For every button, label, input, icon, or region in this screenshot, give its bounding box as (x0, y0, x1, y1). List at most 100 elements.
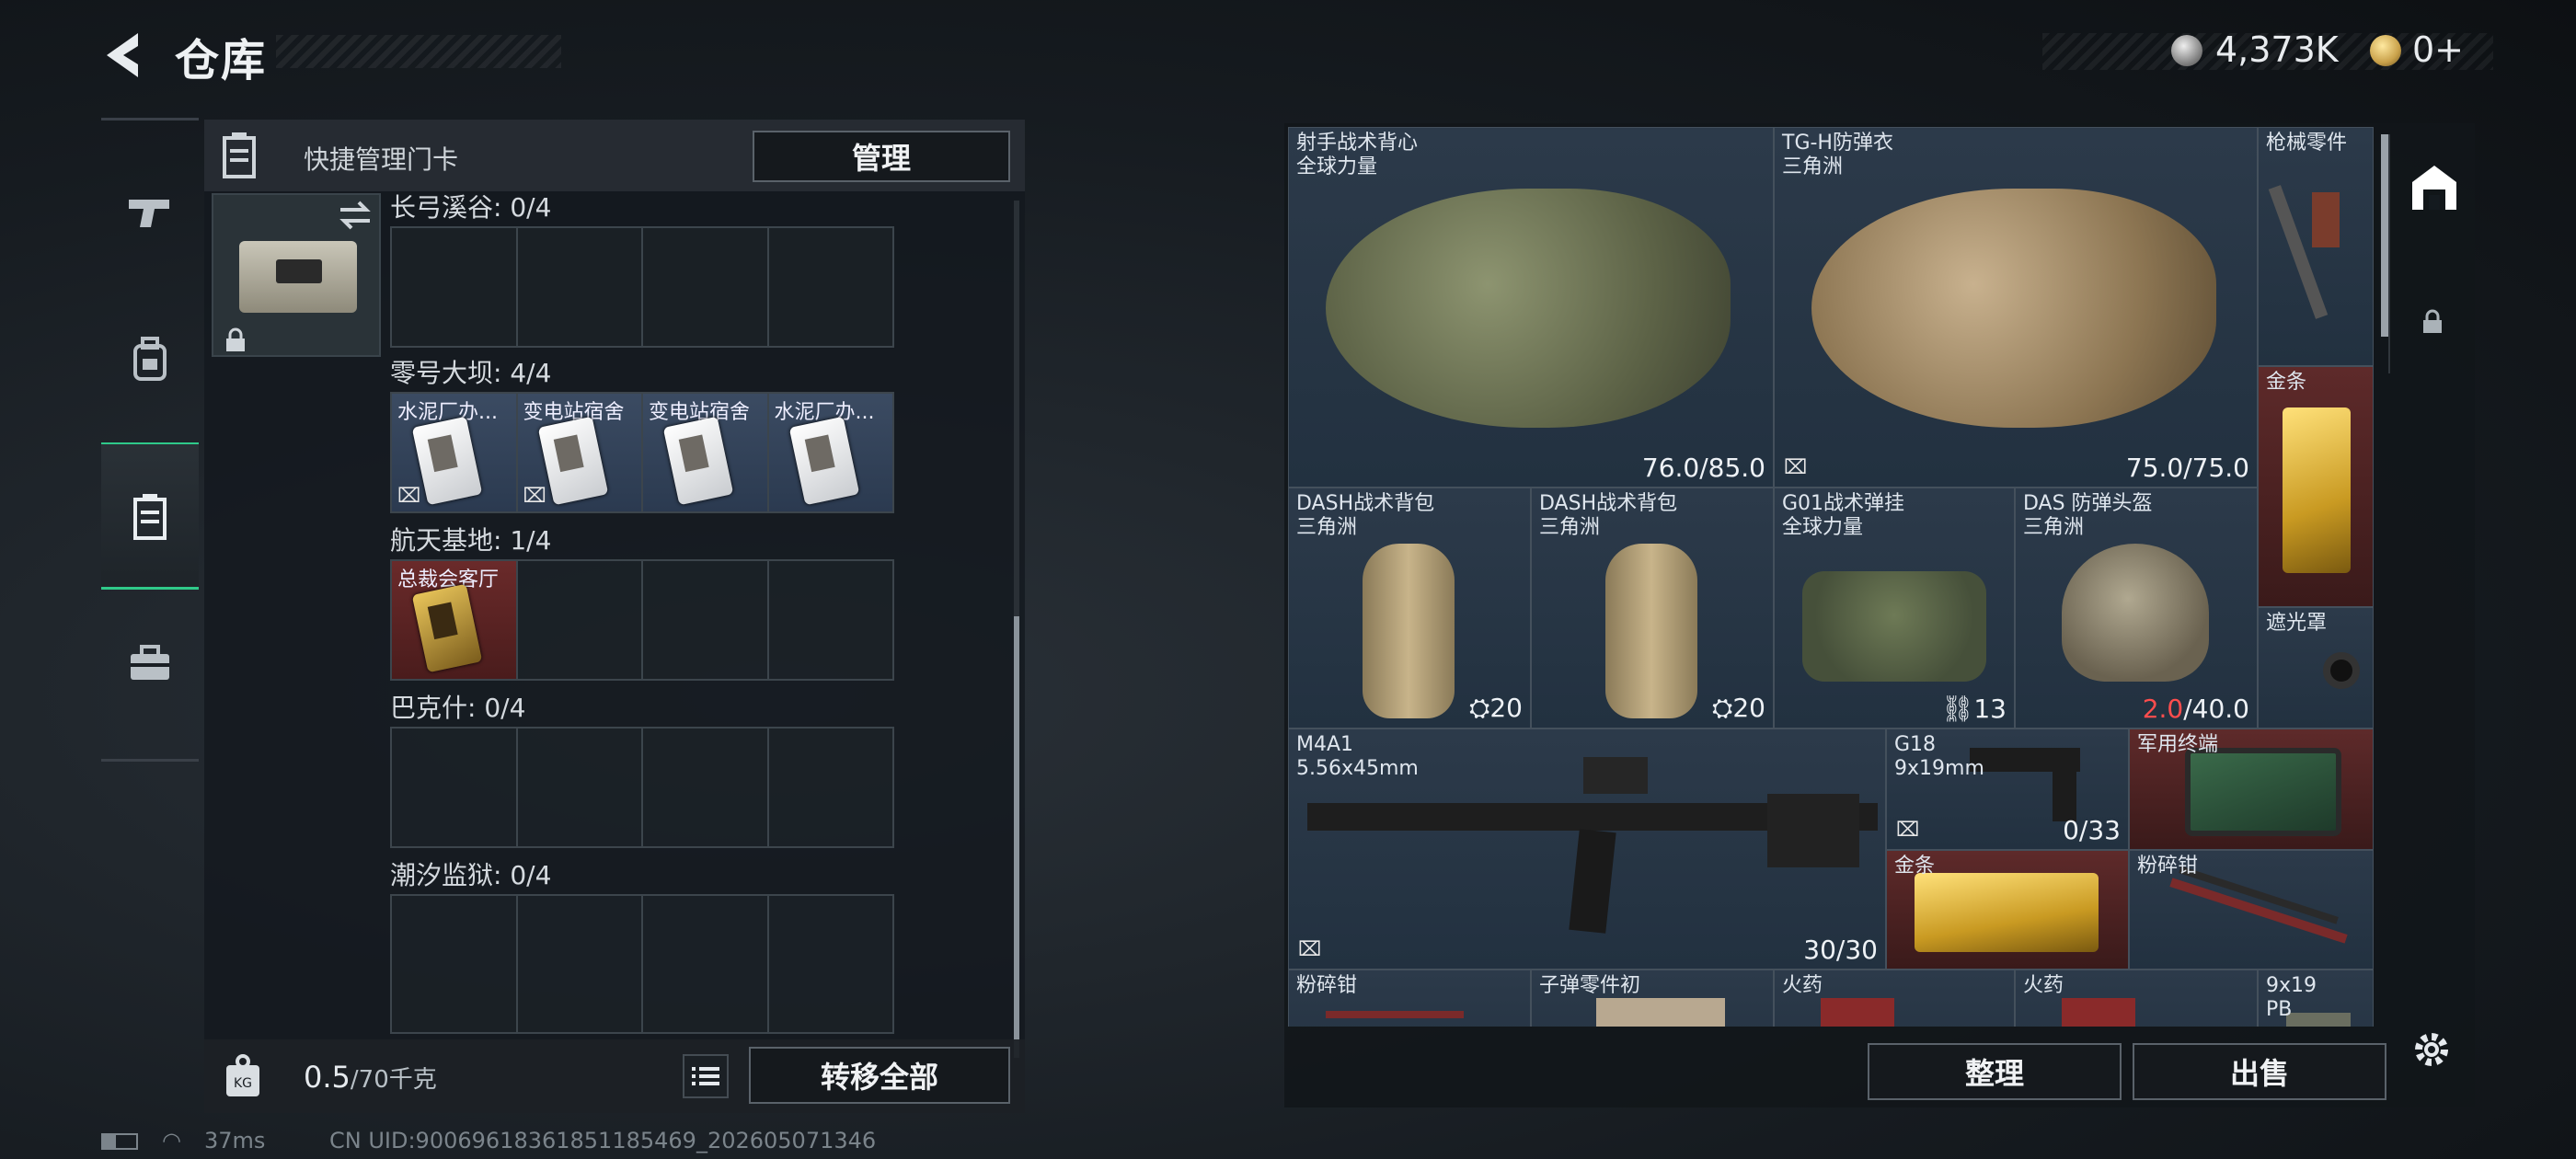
keycard-cell[interactable] (518, 729, 643, 846)
item-ammo-count: 0/33 (2063, 815, 2121, 845)
item-name: G18 9x19mm (1894, 733, 1984, 781)
keycard-case-icon (133, 493, 167, 540)
stash-item-m4a1[interactable]: M4A1 5.56x45mm ⌧ 30/30 (1288, 729, 1886, 970)
stash-item-backpack-dash-2[interactable]: DASH战术背包 三角洲 ⛭20 (1531, 488, 1774, 729)
stash-item-gunpowder[interactable]: 火药 (1774, 970, 2015, 1027)
item-capacity-value: 13 (1973, 694, 2007, 724)
tab-armor[interactable] (101, 286, 199, 433)
currency-silver-amount: 4,373K (2215, 29, 2339, 70)
keycard-cell[interactable]: 变电站宿舍 (643, 394, 769, 511)
stash-item-lens-hood[interactable]: 遮光罩 (2258, 607, 2374, 729)
stash-item-vest-tgh[interactable]: TG-H防弹衣 三角洲 ⌧ 75.0/75.0 (1774, 127, 2258, 488)
toolbox-icon (131, 645, 169, 680)
tab-weapons[interactable] (101, 139, 199, 286)
keycard-cell[interactable] (392, 228, 518, 346)
sell-button[interactable]: 出售 (2133, 1043, 2386, 1100)
stash-side-tabs (2388, 134, 2477, 373)
manage-button[interactable]: 管理 (753, 131, 1010, 182)
item-capacity: ⛭20 (1468, 693, 1523, 723)
back-arrow-icon[interactable] (99, 28, 155, 83)
gear-icon[interactable] (2409, 1027, 2455, 1073)
keycard-cell[interactable] (643, 896, 769, 1032)
item-capacity: ⛭20 (1711, 693, 1765, 723)
stash-scrollbar-thumb[interactable] (2381, 134, 2388, 337)
rifle-mag-image (1569, 829, 1616, 934)
keycard-cell[interactable] (769, 561, 893, 679)
keycard-cell[interactable]: 总裁会客厅 (392, 561, 518, 679)
sort-button[interactable]: 整理 (1868, 1043, 2122, 1100)
tab-stash-main[interactable] (2409, 162, 2460, 213)
keycard-row-prison (390, 894, 894, 1034)
keycard-cell[interactable] (518, 561, 643, 679)
item-title: 射手战术背心 (1296, 132, 1419, 155)
item-title: M4A1 (1296, 733, 1354, 756)
no-link-icon: ⌧ (1298, 938, 1322, 961)
keycard-scrollbar-thumb[interactable] (1014, 616, 1019, 1058)
no-link-icon: ⌧ (1896, 819, 1920, 842)
currency-gold-amount[interactable]: 0+ (2412, 29, 2464, 70)
keycard-cell[interactable] (518, 896, 643, 1032)
lock-icon (226, 327, 245, 351)
keycard-cell[interactable] (769, 228, 893, 346)
keycard-cell[interactable] (392, 896, 518, 1032)
transfer-all-button[interactable]: 转移全部 (749, 1047, 1010, 1104)
pistol-grip-image (2053, 766, 2076, 821)
keycard-cell[interactable] (643, 729, 769, 846)
keycard-cell[interactable] (392, 729, 518, 846)
list-view-button[interactable] (683, 1054, 729, 1098)
map-label-dam: 零号大坝: 4/4 (390, 358, 552, 388)
stash-item-bolt-cutter-2[interactable]: 粉碎钳 (1288, 970, 1531, 1027)
item-subtitle: 全球力量 (1782, 516, 1864, 539)
stash-item-gun-parts[interactable]: 枪械零件 (2258, 127, 2374, 366)
keycard-case-slot-detail (276, 259, 322, 283)
stash-item-gold-bar-2[interactable]: 金条 (1886, 850, 2129, 970)
stash-item-backpack-dash[interactable]: DASH战术背包 三角洲 ⛭20 (1288, 488, 1531, 729)
item-name: 9x19 PB (2266, 974, 2317, 1022)
keycard-cell[interactable]: 变电站宿舍 ⌧ (517, 394, 643, 511)
swap-arrows-icon[interactable] (337, 199, 374, 232)
item-name: 军用终端 (2137, 733, 2219, 756)
item-subtitle: 全球力量 (1296, 155, 1378, 178)
item-title: TG-H防弹衣 (1782, 132, 1893, 155)
keycard-cell[interactable] (518, 228, 643, 346)
keycard-cell[interactable] (769, 896, 893, 1032)
keycard-cell[interactable]: 水泥厂办... (768, 394, 892, 511)
stash-item-military-terminal[interactable]: 军用终端 (2129, 729, 2374, 850)
keycard-panel-title: 快捷管理门卡 (304, 144, 459, 175)
item-name: 金条 (2266, 371, 2307, 394)
stash-item-helmet[interactable]: DAS 防弹头盔 三角洲 2.0/40.0 (2015, 488, 2258, 729)
stash-grid: 射手战术背心 全球力量 76.0/85.0 TG-H防弹衣 三角洲 ⌧ 75.0/7… (1288, 127, 2374, 1027)
keycard-cell[interactable] (643, 228, 769, 346)
stash-item-bolt-cutter[interactable]: 粉碎钳 (2129, 850, 2374, 970)
stash-item-bullet-parts[interactable]: 子弹零件初 (1531, 970, 1774, 1027)
keycard-image (537, 416, 608, 506)
keycard-cell[interactable] (643, 561, 769, 679)
keycard-cell[interactable] (769, 729, 893, 846)
warehouse-icon (2412, 166, 2456, 210)
stash-item-gunpowder-2[interactable]: 火药 (2015, 970, 2258, 1027)
weight-current: 0.5 (304, 1060, 351, 1095)
item-name: TG-H防弹衣 三角洲 (1782, 132, 1893, 179)
backpack-image (1363, 544, 1455, 718)
item-durability-current: 2.0 (2142, 694, 2184, 724)
tab-toolbox[interactable] (101, 590, 199, 737)
gun-parts-image-detail (2312, 192, 2340, 247)
stash-item-gold-bar[interactable]: 金条 (2258, 366, 2374, 607)
weight-max: /70千克 (350, 1066, 437, 1094)
keycard-cell[interactable]: 水泥厂办... ⌧ (392, 394, 518, 511)
stash-item-ammo-9x19[interactable]: 9x19 PB (2258, 970, 2374, 1027)
item-name: 火药 (1782, 974, 1823, 997)
keycard-image (662, 416, 734, 506)
stash-item-g18[interactable]: G18 9x19mm ⌧ 0/33 (1886, 729, 2129, 850)
item-subtitle: 9x19mm (1894, 757, 1984, 780)
keycard-panel: 快捷管理门卡 管理 长弓溪谷: 0/4 零号大坝: 4/4 水泥厂办... ⌧ … (204, 120, 1025, 1113)
stash-item-vest-shooter[interactable]: 射手战术背心 全球力量 76.0/85.0 (1288, 127, 1774, 488)
stash-panel: 射手战术背心 全球力量 76.0/85.0 TG-H防弹衣 三角洲 ⌧ 75.0/7… (1284, 123, 2475, 1107)
item-durability: 2.0/40.0 (2143, 694, 2249, 724)
stash-item-chest-rig[interactable]: G01战术弹挂 全球力量 ⛓13 (1774, 488, 2015, 729)
tab-keycards[interactable] (101, 442, 199, 590)
keycard-container-slot[interactable] (212, 193, 381, 357)
chest-rig-image (1802, 571, 1986, 682)
title-stripe-decoration (276, 35, 561, 68)
tab-stash-locked[interactable] (2421, 309, 2444, 339)
